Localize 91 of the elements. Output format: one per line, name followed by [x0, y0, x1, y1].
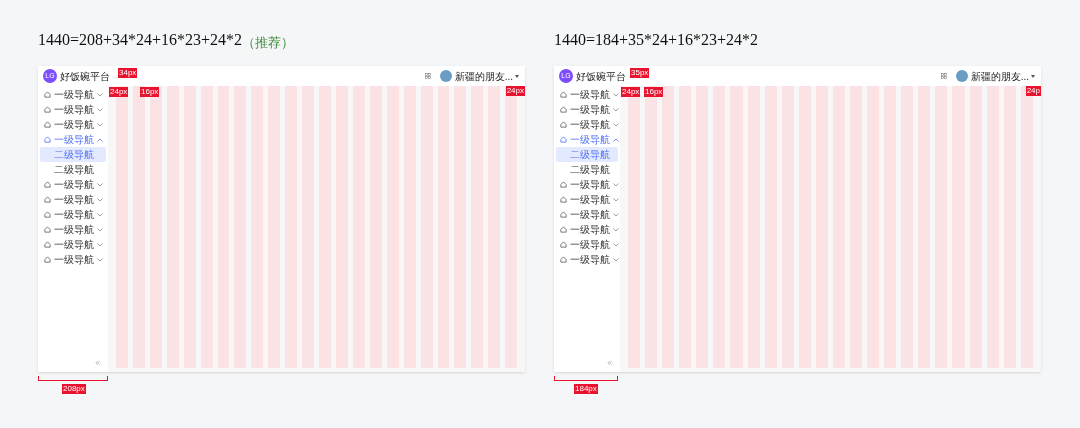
nav-item[interactable]: 一级导航	[554, 132, 620, 147]
nav-item[interactable]: 一级导航	[38, 207, 108, 222]
chevron-down-icon	[613, 182, 619, 187]
nav-item[interactable]: 一级导航	[554, 237, 620, 252]
home-icon	[44, 136, 51, 143]
caret-icon	[1031, 74, 1035, 78]
chevron-down-icon	[97, 257, 103, 262]
home-icon	[560, 91, 567, 98]
home-icon	[44, 181, 51, 188]
measure-label: 16px	[644, 87, 664, 97]
nav-item[interactable]: 一级导航	[554, 102, 620, 117]
home-icon	[44, 226, 51, 233]
grid-icon[interactable]	[940, 73, 947, 79]
measure-label: 24px	[109, 87, 129, 97]
nav-item[interactable]: 一级导航	[554, 87, 620, 102]
chevron-down-icon	[613, 197, 619, 202]
measure-label: 34px	[118, 68, 138, 78]
chevron-down-icon	[613, 257, 619, 262]
chevron-down-icon	[97, 182, 103, 187]
chevron-down-icon	[97, 242, 103, 247]
home-icon	[560, 256, 567, 263]
avatar[interactable]	[955, 70, 968, 82]
chevron-down-icon	[613, 227, 619, 232]
nav-item[interactable]: 一级导航	[38, 222, 108, 237]
collapse-icon[interactable]	[607, 361, 612, 365]
nav-item[interactable]: 一级导航	[554, 177, 620, 192]
measure-label: 24px	[505, 86, 525, 96]
chevron-down-icon	[613, 107, 619, 112]
home-icon	[560, 196, 567, 203]
nav-item[interactable]: 一级导航	[38, 252, 108, 267]
chevron-down-icon	[613, 122, 619, 127]
measure-label: 184px	[574, 384, 598, 394]
chevron-down-icon	[613, 242, 619, 247]
measure-label: 208px	[62, 384, 86, 394]
nav-item[interactable]: 一级导航	[38, 177, 108, 192]
nav-item[interactable]: 一级导航	[554, 252, 620, 267]
subnav-item[interactable]: 二级导航	[556, 162, 618, 177]
measure-label: 35px	[630, 68, 650, 78]
home-icon	[560, 226, 567, 233]
recommended-note: （推荐）	[242, 33, 295, 52]
caret-icon	[515, 74, 519, 78]
brand-name: 好饭碗平台	[60, 69, 110, 84]
user-name[interactable]: 新疆的朋友...	[970, 68, 1029, 84]
home-icon	[560, 106, 567, 113]
home-icon	[560, 121, 567, 128]
nav-item[interactable]: 一级导航	[38, 102, 108, 117]
nav-item[interactable]: 一级导航	[554, 117, 620, 132]
formula-title: 1440=208+34*24+16*23+24*2	[38, 30, 243, 50]
nav-item[interactable]: 一级导航	[554, 207, 620, 222]
home-icon	[44, 196, 51, 203]
collapse-icon[interactable]	[95, 361, 100, 365]
subnav-item[interactable]: 二级导航	[556, 147, 618, 162]
measure-label: 16px	[140, 87, 160, 97]
chevron-down-icon	[97, 107, 103, 112]
nav-item[interactable]: 一级导航	[38, 87, 108, 102]
chevron-down-icon	[97, 122, 103, 127]
home-icon	[44, 91, 51, 98]
measure-label: 24px	[621, 87, 641, 97]
avatar[interactable]	[439, 70, 452, 82]
dimension-line	[554, 376, 618, 381]
dimension-line	[38, 376, 108, 381]
home-icon	[44, 211, 51, 218]
subnav-item[interactable]: 二级导航	[40, 162, 106, 177]
chevron-down-icon	[613, 212, 619, 217]
user-name[interactable]: 新疆的朋友...	[454, 68, 513, 84]
home-icon	[44, 121, 51, 128]
home-icon	[44, 241, 51, 248]
chevron-down-icon	[97, 227, 103, 232]
measure-label: 24p	[1025, 86, 1041, 96]
chevron-down-icon	[97, 92, 103, 97]
nav-item[interactable]: 一级导航	[38, 117, 108, 132]
grid-icon[interactable]	[424, 73, 431, 79]
chevron-down-icon	[97, 197, 103, 202]
home-icon	[560, 181, 567, 188]
chevron-up-icon	[613, 137, 619, 142]
nav-item[interactable]: 一级导航	[38, 237, 108, 252]
chevron-down-icon	[613, 92, 619, 97]
nav-item[interactable]: 一级导航	[554, 222, 620, 237]
subnav-item[interactable]: 二级导航	[40, 147, 106, 162]
home-icon	[560, 136, 567, 143]
nav-item[interactable]: 一级导航	[38, 132, 108, 147]
chevron-down-icon	[97, 212, 103, 217]
home-icon	[44, 256, 51, 263]
formula-title: 1440=184+35*24+16*23+24*2	[554, 30, 759, 50]
home-icon	[560, 211, 567, 218]
nav-item[interactable]: 一级导航	[38, 192, 108, 207]
brand-name: 好饭碗平台	[576, 69, 626, 84]
home-icon	[560, 241, 567, 248]
home-icon	[44, 106, 51, 113]
chevron-up-icon	[97, 137, 103, 142]
nav-item[interactable]: 一级导航	[554, 192, 620, 207]
